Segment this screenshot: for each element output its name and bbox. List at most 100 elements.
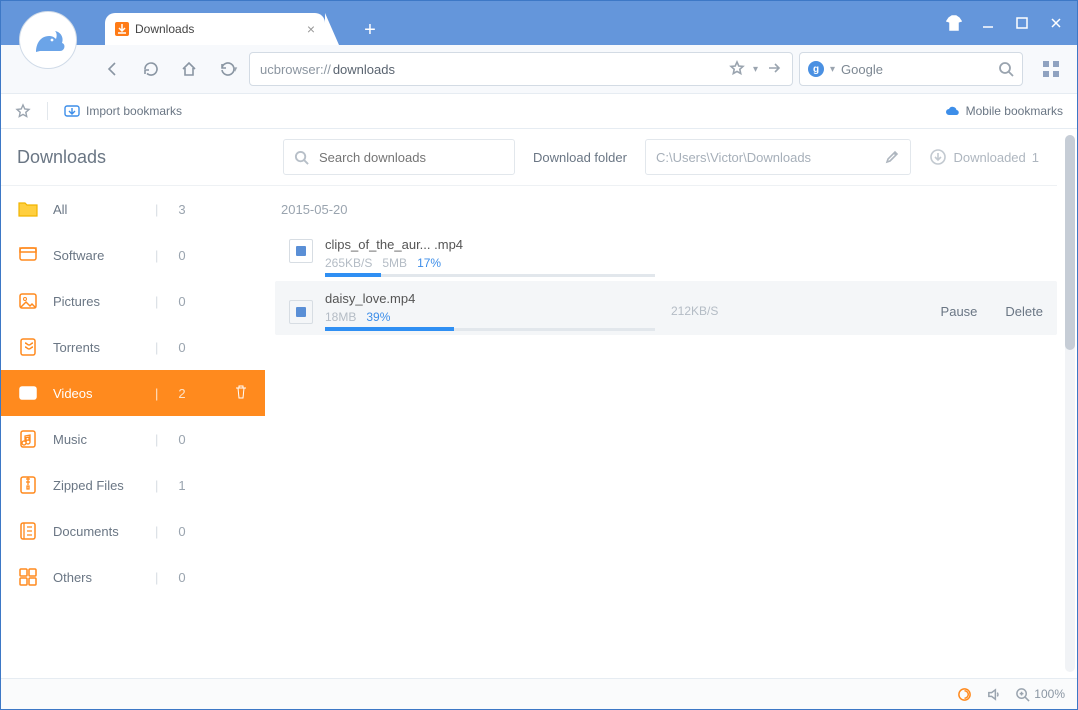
sidebar-item-pictures[interactable]: Pictures|0: [1, 278, 265, 324]
mobile-bookmarks-label: Mobile bookmarks: [966, 104, 1063, 118]
skin-icon[interactable]: [939, 9, 969, 37]
downloaded-count: 1: [1032, 150, 1039, 165]
delete-button[interactable]: Delete: [1005, 304, 1043, 319]
bookmark-dropdown-icon[interactable]: ▾: [753, 64, 758, 75]
mute-icon[interactable]: [986, 687, 1001, 702]
vid-icon: [17, 382, 39, 404]
category-label: Torrents: [53, 340, 141, 355]
back-button[interactable]: [97, 53, 129, 85]
mobile-bookmarks-button[interactable]: Mobile bookmarks: [944, 103, 1063, 119]
download-row[interactable]: clips_of_the_aur... .mp4265KB/S5MB17%: [275, 227, 1057, 281]
go-button[interactable]: [766, 60, 782, 79]
search-downloads-box[interactable]: [283, 139, 515, 175]
undo-close-button[interactable]: ▾: [211, 53, 243, 85]
progress-bar: [325, 274, 655, 277]
engine-dropdown-icon[interactable]: ▾: [830, 64, 835, 75]
home-button[interactable]: [173, 53, 205, 85]
download-folder-box[interactable]: C:\Users\Victor\Downloads: [645, 139, 912, 175]
category-label: Pictures: [53, 294, 141, 309]
download-info: daisy_love.mp418MB39%: [325, 291, 655, 331]
adblock-icon[interactable]: [957, 687, 972, 702]
title-bar: Downloads × +: [1, 1, 1077, 45]
edit-icon[interactable]: [884, 149, 900, 165]
sidebar: Downloads All|3Software|0Pictures|0Torre…: [1, 129, 265, 678]
import-bookmarks-button[interactable]: Import bookmarks: [64, 103, 182, 119]
download-folder-path: C:\Users\Victor\Downloads: [656, 150, 877, 165]
bookmark-star-icon[interactable]: [729, 60, 745, 79]
category-label: Software: [53, 248, 141, 263]
page-content: Downloads All|3Software|0Pictures|0Torre…: [1, 129, 1077, 678]
search-downloads-input[interactable]: [317, 149, 504, 166]
new-tab-button[interactable]: +: [355, 15, 385, 45]
file-name: daisy_love.mp4: [325, 291, 655, 306]
search-icon[interactable]: [998, 61, 1014, 77]
import-bookmarks-label: Import bookmarks: [86, 104, 182, 118]
import-icon: [64, 103, 80, 119]
search-engine-name: Google: [841, 62, 992, 77]
address-bar[interactable]: ucbrowser://downloads ▾: [249, 52, 793, 86]
category-count: 0: [178, 294, 185, 309]
search-icon: [294, 150, 309, 165]
file-size: 5MB: [382, 256, 407, 270]
download-info: clips_of_the_aur... .mp4265KB/S5MB17%: [325, 237, 655, 277]
category-count: 0: [178, 248, 185, 263]
reload-button[interactable]: [135, 53, 167, 85]
downloaded-icon: [929, 148, 947, 166]
browser-window: Downloads × + ▾ ucbrowser://downloads ▾ …: [0, 0, 1078, 710]
zoom-level: 100%: [1034, 687, 1065, 701]
pause-button[interactable]: Pause: [941, 304, 978, 319]
category-label: Documents: [53, 524, 141, 539]
video-file-icon: [289, 239, 313, 263]
bookmark-page-star[interactable]: [15, 103, 31, 119]
logo-area: [1, 1, 87, 45]
category-label: Others: [53, 570, 141, 585]
close-window-button[interactable]: [1041, 9, 1071, 37]
category-count: 0: [178, 340, 185, 355]
scrollbar[interactable]: [1065, 135, 1075, 672]
search-engine-box[interactable]: g ▾ Google: [799, 52, 1023, 86]
sidebar-item-others[interactable]: Others|0: [1, 554, 265, 600]
download-row[interactable]: daisy_love.mp418MB39%212KB/SPauseDelete: [275, 281, 1057, 335]
url-text: ucbrowser://downloads: [260, 62, 721, 77]
doc-icon: [17, 520, 39, 542]
zoom-control[interactable]: 100%: [1015, 687, 1065, 702]
uc-logo[interactable]: [19, 11, 77, 69]
sidebar-item-all[interactable]: All|3: [1, 186, 265, 232]
category-count: 0: [178, 524, 185, 539]
extensions-grid-icon[interactable]: [1037, 55, 1065, 83]
url-host: ucbrowser://: [260, 62, 331, 77]
video-file-icon: [289, 300, 313, 324]
folder-icon: [17, 198, 39, 220]
sidebar-item-videos[interactable]: Videos|2: [1, 370, 265, 416]
sidebar-item-music[interactable]: Music|0: [1, 416, 265, 462]
download-icon: [115, 22, 129, 36]
category-count: 2: [178, 386, 185, 401]
sidebar-item-software[interactable]: Software|0: [1, 232, 265, 278]
downloads-toolbar: Download folder C:\Users\Victor\Download…: [265, 129, 1057, 186]
scrollbar-thumb[interactable]: [1065, 135, 1075, 350]
divider: [47, 102, 48, 120]
downloaded-counter[interactable]: Downloaded 1: [929, 148, 1039, 166]
pic-icon: [17, 290, 39, 312]
category-label: Music: [53, 432, 141, 447]
category-count: 0: [178, 432, 185, 447]
maximize-button[interactable]: [1007, 9, 1037, 37]
main-pane: Download folder C:\Users\Victor\Download…: [265, 129, 1077, 678]
category-count: 1: [178, 478, 185, 493]
sidebar-header: Downloads: [1, 129, 265, 186]
sidebar-item-torrents[interactable]: Torrents|0: [1, 324, 265, 370]
minimize-button[interactable]: [973, 9, 1003, 37]
window-controls: [939, 1, 1071, 45]
sidebar-item-zipped[interactable]: Zipped Files|1: [1, 462, 265, 508]
category-count: 0: [178, 570, 185, 585]
file-percent: 39%: [366, 310, 390, 324]
oth-icon: [17, 566, 39, 588]
category-label: Videos: [53, 386, 141, 401]
close-tab-icon[interactable]: ×: [307, 21, 315, 37]
cloud-icon: [944, 103, 960, 119]
sidebar-item-documents[interactable]: Documents|0: [1, 508, 265, 554]
tab-downloads[interactable]: Downloads ×: [105, 13, 325, 45]
download-folder-label: Download folder: [533, 150, 627, 165]
trash-icon[interactable]: [233, 384, 249, 403]
category-label: Zipped Files: [53, 478, 141, 493]
